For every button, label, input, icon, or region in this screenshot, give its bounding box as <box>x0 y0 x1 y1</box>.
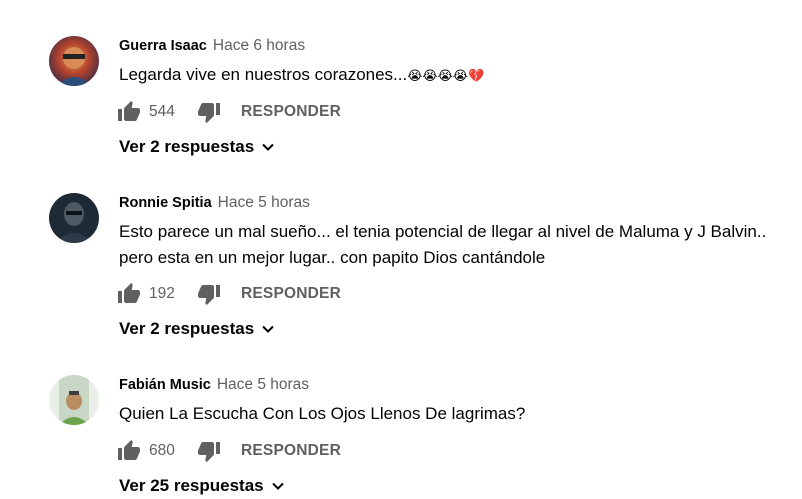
thumbs-down-icon <box>198 442 220 462</box>
like-button[interactable] <box>117 439 141 463</box>
comment-timestamp[interactable]: Hace 5 horas <box>218 194 310 212</box>
dislike-button[interactable] <box>197 282 221 306</box>
comment-header: Guerra Isaac Hace 6 horas <box>119 37 305 57</box>
like-count: 680 <box>149 442 175 459</box>
like-button[interactable] <box>117 282 141 306</box>
reply-button[interactable]: RESPONDER <box>241 103 341 121</box>
comment-header: Fabián Music Hace 5 horas <box>119 376 309 396</box>
comment-actions: 680 RESPONDER <box>117 438 341 464</box>
comment-timestamp[interactable]: Hace 6 horas <box>213 37 305 55</box>
view-replies-button[interactable]: Ver 25 respuestas <box>119 473 286 499</box>
comment-actions: 192 RESPONDER <box>117 281 341 307</box>
avatar-image <box>49 193 99 243</box>
view-replies-button[interactable]: Ver 2 respuestas <box>119 316 276 342</box>
author-name[interactable]: Fabián Music <box>119 377 211 393</box>
view-replies-label: Ver 25 respuestas <box>119 476 264 495</box>
comment-text-body: Legarda vive en nuestros corazones... <box>119 65 408 84</box>
author-avatar[interactable] <box>49 193 99 243</box>
thumbs-down-icon <box>198 285 220 305</box>
author-name[interactable]: Guerra Isaac <box>119 38 207 54</box>
thumbs-up-icon <box>118 440 140 460</box>
chevron-down-icon <box>260 321 276 337</box>
thumbs-up-icon <box>118 283 140 303</box>
view-replies-button[interactable]: Ver 2 respuestas <box>119 134 276 160</box>
comment-text: Legarda vive en nuestros corazones...😭😭😭… <box>119 62 789 89</box>
comment-header: Ronnie Spitia Hace 5 horas <box>119 194 310 214</box>
chevron-down-icon <box>260 139 276 155</box>
like-count: 192 <box>149 285 175 302</box>
author-name[interactable]: Ronnie Spitia <box>119 195 212 211</box>
like-button[interactable] <box>117 100 141 124</box>
view-replies-label: Ver 2 respuestas <box>119 137 255 156</box>
dislike-button[interactable] <box>197 439 221 463</box>
avatar-image <box>49 36 99 86</box>
author-avatar[interactable] <box>49 375 99 425</box>
reply-button[interactable]: RESPONDER <box>241 442 341 460</box>
chevron-down-icon <box>270 478 286 494</box>
reply-button[interactable]: RESPONDER <box>241 285 341 303</box>
comment-text: Esto parece un mal sueño... el tenia pot… <box>119 222 767 267</box>
view-replies-label: Ver 2 respuestas <box>119 319 255 338</box>
author-avatar[interactable] <box>49 36 99 86</box>
avatar-image <box>49 375 99 425</box>
thumbs-down-icon <box>198 103 220 123</box>
comment-emoji: 😭😭😭😭💔 <box>407 68 485 83</box>
thumbs-up-icon <box>118 101 140 121</box>
dislike-button[interactable] <box>197 100 221 124</box>
comment-timestamp[interactable]: Hace 5 horas <box>217 376 309 394</box>
comment-actions: 544 RESPONDER <box>117 99 341 125</box>
like-count: 544 <box>149 103 175 120</box>
comment-text: Quien La Escucha Con Los Ojos Llenos De … <box>119 404 526 423</box>
